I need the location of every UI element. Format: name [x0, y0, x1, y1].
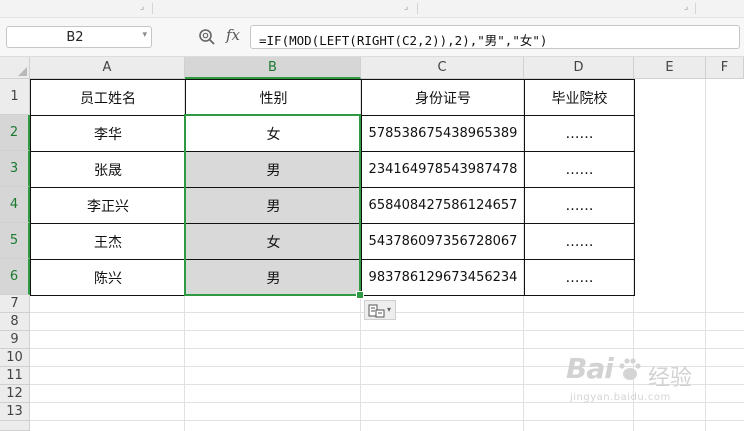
ribbon-separator — [152, 3, 153, 14]
cell-name[interactable]: 陈兴 — [30, 259, 186, 296]
column-header-f[interactable]: F — [706, 57, 744, 79]
row-header-13[interactable]: 13 — [0, 403, 30, 421]
ribbon-group-launcher-icon[interactable]: ⌟ — [140, 2, 144, 12]
paste-options-icon — [368, 304, 385, 318]
header-cell-gender[interactable]: 性别 — [185, 79, 362, 116]
cell-name[interactable]: 李正兴 — [30, 187, 186, 224]
column-header-b[interactable]: B — [185, 57, 361, 79]
table-row: 陈兴 男 983786129673456234 …… — [30, 259, 635, 296]
table-row: 李正兴 男 658408427586124657 …… — [30, 187, 635, 224]
formula-input[interactable]: =IF(MOD(LEFT(RIGHT(C2,2)),2),"男","女") — [250, 25, 740, 49]
cell-gender[interactable]: 男 — [185, 187, 362, 224]
formula-bar-area: B2 ▾ fx =IF(MOD(LEFT(RIGHT(C2,2)),2),"男"… — [0, 18, 744, 57]
insert-function-button[interactable]: fx — [226, 26, 240, 44]
watermark-url: jingyan.baidu.com — [570, 392, 671, 403]
baidu-jingyan-watermark: Bai 经验 jingyan.baidu.com — [566, 352, 736, 412]
row-header-8[interactable]: 8 — [0, 313, 30, 331]
cell-id[interactable]: 234164978543987478 — [361, 151, 525, 188]
cell-gender[interactable]: 男 — [185, 259, 362, 296]
cell-school[interactable]: …… — [524, 223, 635, 260]
cell-name[interactable]: 张晟 — [30, 151, 186, 188]
column-header-c[interactable]: C — [361, 57, 524, 79]
row-header-3[interactable]: 3 — [0, 151, 30, 187]
table-header-row: 员工姓名 性别 身份证号 毕业院校 — [30, 79, 635, 116]
zoom-icon[interactable] — [198, 28, 216, 46]
name-box[interactable]: B2 ▾ — [6, 26, 152, 48]
column-header-a[interactable]: A — [30, 57, 185, 79]
table-row: 张晟 男 234164978543987478 …… — [30, 151, 635, 188]
chevron-down-icon: ▾ — [387, 305, 392, 314]
row-header-12[interactable]: 12 — [0, 385, 30, 403]
ribbon-group-launcher-icon[interactable]: ⌟ — [684, 2, 688, 12]
chevron-down-icon[interactable]: ▾ — [142, 30, 147, 40]
cell-school[interactable]: …… — [524, 259, 635, 296]
ribbon-separator — [695, 3, 696, 14]
cell-name[interactable]: 王杰 — [30, 223, 186, 260]
header-cell-school[interactable]: 毕业院校 — [524, 79, 635, 116]
cell-school[interactable]: …… — [524, 151, 635, 188]
header-cell-name[interactable]: 员工姓名 — [30, 79, 186, 116]
cell-id[interactable]: 983786129673456234 — [361, 259, 525, 296]
cell-id[interactable]: 578538675438965389 — [361, 115, 525, 152]
ribbon-group-launcher-icon[interactable]: ⌟ — [404, 2, 408, 12]
row-header-10[interactable]: 10 — [0, 349, 30, 367]
cell-id[interactable]: 658408427586124657 — [361, 187, 525, 224]
ribbon-separator — [417, 3, 418, 14]
paw-icon — [619, 358, 641, 380]
column-header-d[interactable]: D — [524, 57, 634, 79]
cell-school[interactable]: …… — [524, 187, 635, 224]
table-row: 王杰 女 543786097356728067 …… — [30, 223, 635, 260]
row-header-14[interactable] — [0, 421, 30, 431]
ribbon-bottom-strip: ⌟ ⌟ ⌟ — [0, 0, 744, 18]
cell-school[interactable]: …… — [524, 115, 635, 152]
table-row: 李华 女 578538675438965389 …… — [30, 115, 635, 152]
data-table: 员工姓名 性别 身份证号 毕业院校 李华 女 57853867543896538… — [30, 79, 635, 296]
column-header-e[interactable]: E — [634, 57, 706, 79]
row-header-9[interactable]: 9 — [0, 331, 30, 349]
watermark-brand-suffix: 经验 — [648, 366, 693, 391]
row-header-5[interactable]: 5 — [0, 223, 30, 259]
row-header-2[interactable]: 2 — [0, 115, 30, 151]
cell-gender[interactable]: 女 — [185, 223, 362, 260]
select-all-corner[interactable] — [0, 57, 30, 79]
row-header-6[interactable]: 6 — [0, 259, 30, 295]
cell-name[interactable]: 李华 — [30, 115, 186, 152]
cell-gender[interactable]: 男 — [185, 151, 362, 188]
cell-gender[interactable]: 女 — [185, 115, 362, 152]
header-cell-id[interactable]: 身份证号 — [361, 79, 525, 116]
cell-id[interactable]: 543786097356728067 — [361, 223, 525, 260]
row-header-11[interactable]: 11 — [0, 367, 30, 385]
row-header-1[interactable]: 1 — [0, 79, 30, 115]
row-header-4[interactable]: 4 — [0, 187, 30, 223]
paste-options-button[interactable]: ▾ — [364, 300, 396, 320]
name-box-value: B2 — [66, 30, 84, 45]
watermark-brand: Bai — [566, 352, 614, 385]
row-header-7[interactable]: 7 — [0, 295, 30, 313]
fill-handle[interactable] — [356, 291, 364, 299]
